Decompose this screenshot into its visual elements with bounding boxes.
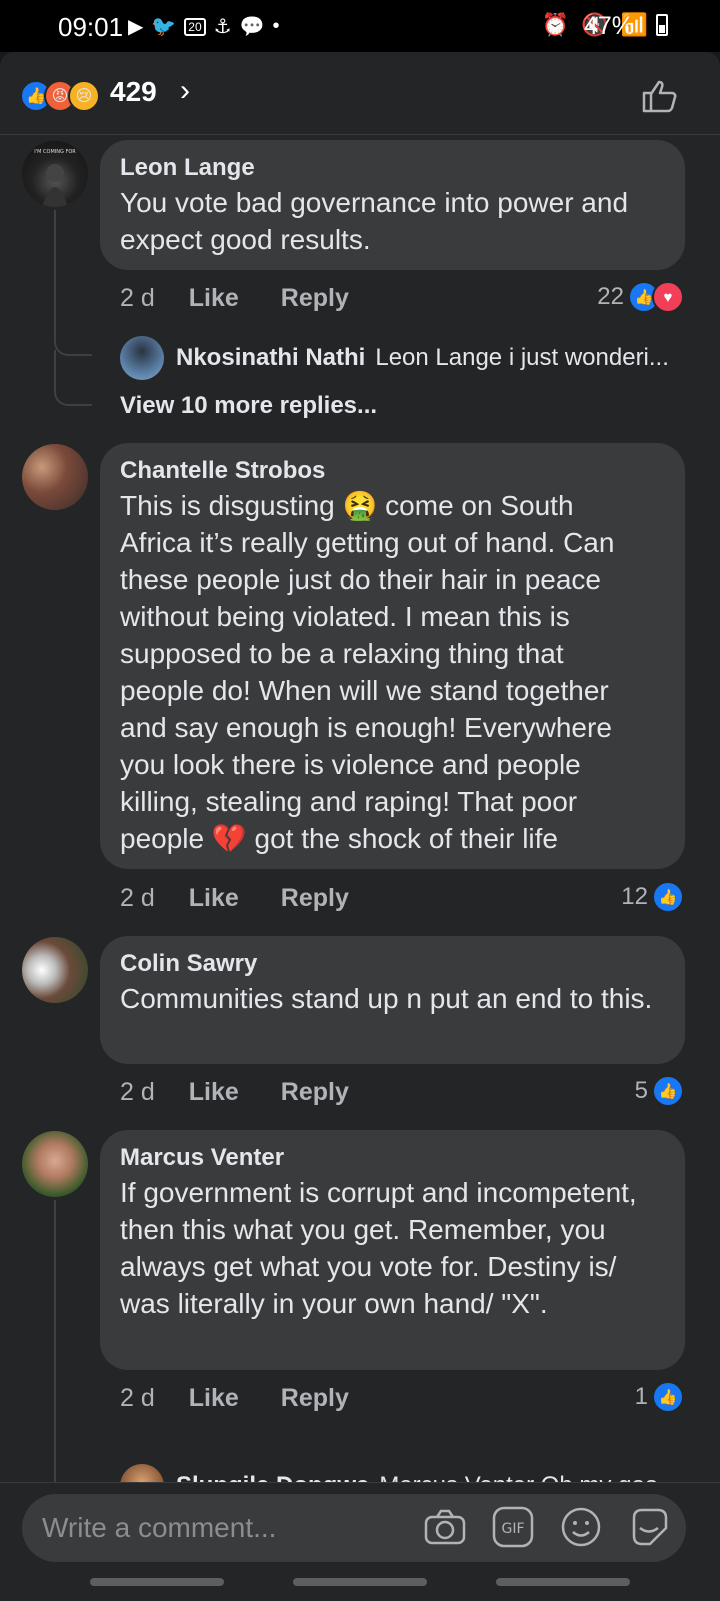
comment-input[interactable]: Write a comment... [42, 1512, 276, 1544]
avatar[interactable] [22, 937, 88, 1003]
comment-composer[interactable]: Write a comment... GIF [22, 1494, 686, 1562]
commenter-name[interactable]: Chantelle Strobos [120, 455, 665, 487]
comment-bubble[interactable]: Chantelle Strobos This is disgusting 🤮 c… [100, 443, 685, 869]
youtube-icon: ▶ [128, 16, 144, 38]
notification-icons: ▶ 🐦 20 ⚓ 💬 • [128, 14, 280, 39]
comment-time: 2 d [120, 1078, 155, 1106]
avatar[interactable]: I'M COMING FOR [22, 141, 88, 207]
comment-time: 2 d [120, 884, 155, 912]
like-reaction-icon: 👍 [652, 1381, 684, 1413]
comment-line: you look there is violence and people [120, 749, 581, 780]
comment-text: You vote bad governance into power and e… [120, 187, 629, 255]
like-button[interactable]: Like [189, 284, 239, 313]
reply-preview[interactable]: Nkosinathi Nathi Leon Lange i just wonde… [120, 336, 669, 380]
comment-line: people 💔 got the shock of their life [120, 823, 559, 854]
comment-actions: 2 d Like Reply [120, 284, 391, 313]
thumbs-up-icon[interactable] [640, 76, 680, 116]
comment-text: This is disgusting 🤮 come on South Afric… [120, 487, 665, 857]
dot-icon: • [272, 15, 280, 37]
comment-line: supposed to be a relaxing thing that [120, 638, 564, 669]
commenter-name[interactable]: Marcus Venter [120, 1142, 665, 1174]
sad-reaction-icon: 😢 [68, 80, 100, 112]
comment-line: killing, stealing and raping! That poor [120, 786, 578, 817]
reply-button[interactable]: Reply [281, 1384, 349, 1413]
reaction-count: 429 [110, 76, 157, 107]
comment-actions: 2 d Like Reply [120, 1384, 391, 1413]
battery-icon [656, 14, 668, 36]
nav-back[interactable] [496, 1578, 630, 1586]
twitter-icon: 🐦 [151, 16, 177, 38]
reaction-summary[interactable]: 5 👍 [635, 1075, 684, 1107]
view-more-replies[interactable]: View 10 more replies... [120, 392, 377, 420]
reply-button[interactable]: Reply [281, 1078, 349, 1107]
reply-button[interactable]: Reply [281, 284, 349, 313]
camera-icon[interactable] [422, 1504, 468, 1550]
comment-actions: 2 d Like Reply [120, 1078, 391, 1107]
like-button[interactable]: Like [189, 1078, 239, 1107]
messenger-icon: 💬 [239, 16, 265, 38]
emoji-icon[interactable] [558, 1504, 604, 1550]
status-bar: 09:01 ▶ 🐦 20 ⚓ 💬 • ⏰ 🔇 📶 47% [0, 0, 720, 52]
comment-line: without being violated. I mean this is [120, 601, 570, 632]
reaction-count: 1 [634, 1383, 648, 1410]
commenter-name[interactable]: Colin Sawry [120, 948, 665, 980]
comment-line: This is disgusting 🤮 come on South [120, 490, 574, 521]
love-reaction-icon: ♥ [652, 281, 684, 313]
avatar[interactable] [22, 1131, 88, 1197]
alarm-icon: ⏰ [541, 12, 570, 37]
like-button[interactable]: Like [189, 1384, 239, 1413]
nav-home[interactable] [293, 1578, 427, 1586]
avatar [120, 336, 164, 380]
comment-line: people do! When will we stand together [120, 675, 609, 706]
comment-line: these people just do their hair in peace [120, 564, 601, 595]
thread-branch [54, 350, 92, 406]
reaction-count: 22 [597, 283, 624, 310]
gif-icon[interactable]: GIF [490, 1504, 536, 1550]
reaction-icons: 👍 😡 😢 [20, 80, 100, 112]
svg-text:I'M COMING FOR: I'M COMING FOR [34, 149, 76, 155]
reaction-summary[interactable]: 12 👍 [621, 881, 684, 913]
comment-bubble[interactable]: Marcus Venter If government is corrupt a… [100, 1130, 685, 1370]
comment-line: Africa it’s really getting out of hand. … [120, 527, 615, 558]
calendar-icon: 20 [184, 17, 206, 36]
chevron-right-icon[interactable]: › [180, 74, 190, 108]
reply-preview-text: Leon Lange i just wonderi... [375, 344, 669, 371]
comment-text: If government is corrupt and incompetent… [120, 1177, 637, 1319]
battery-percent: 47% [583, 12, 634, 40]
comment-bubble[interactable]: Leon Lange You vote bad governance into … [100, 140, 685, 270]
reaction-summary[interactable]: 1 👍 [635, 1381, 684, 1413]
like-reaction-icon: 👍 [652, 881, 684, 913]
svg-text:GIF: GIF [501, 1521, 524, 1537]
replier-name[interactable]: Nkosinathi Nathi [176, 344, 365, 372]
like-reaction-icon: 👍 [652, 1075, 684, 1107]
avatar[interactable] [22, 444, 88, 510]
comment-actions: 2 d Like Reply [120, 884, 391, 913]
thread-line [54, 1200, 56, 1482]
comment-bubble[interactable]: Colin Sawry Communities stand up n put a… [100, 936, 685, 1064]
usb-icon: ⚓ [213, 16, 232, 38]
reaction-count: 5 [634, 1077, 648, 1104]
commenter-name[interactable]: Leon Lange [120, 152, 665, 184]
comment-line: and say enough is enough! Everywhere [120, 712, 612, 743]
reply-button[interactable]: Reply [281, 884, 349, 913]
reaction-count: 12 [621, 883, 648, 910]
comment-time: 2 d [120, 284, 155, 312]
reaction-summary[interactable]: 22 👍 ♥ [597, 281, 684, 313]
nav-recents[interactable] [90, 1578, 224, 1586]
status-time: 09:01 [58, 12, 124, 42]
comment-text: Communities stand up n put an end to thi… [120, 983, 653, 1014]
reactions-bar[interactable]: 👍 😡 😢 429 › [0, 52, 720, 135]
sticker-icon[interactable] [626, 1504, 672, 1550]
comment-time: 2 d [120, 1384, 155, 1412]
like-button[interactable]: Like [189, 884, 239, 913]
